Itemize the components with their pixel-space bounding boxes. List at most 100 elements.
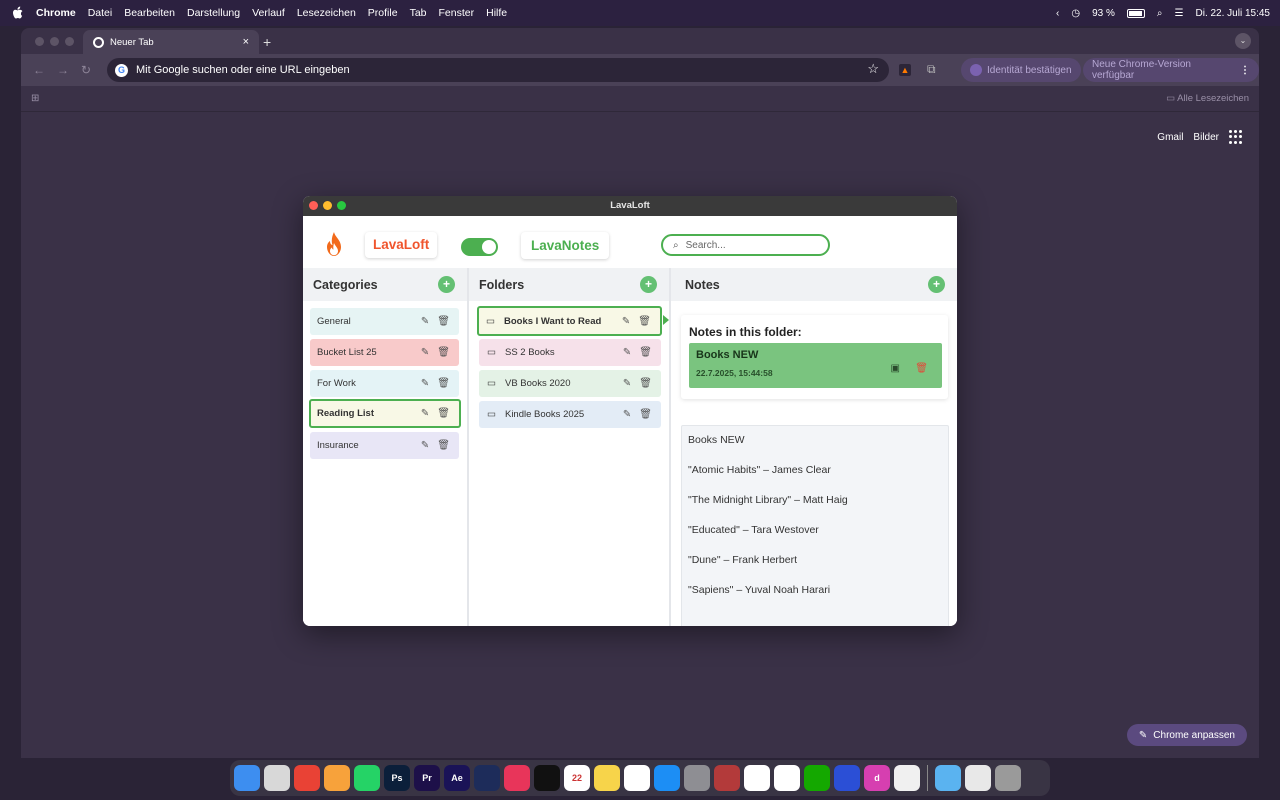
add-note-button[interactable]: + [928,276,945,293]
menu-lesezeichen[interactable]: Lesezeichen [297,7,356,19]
edit-icon[interactable]: ✎ [623,409,631,420]
cinema4d-icon[interactable] [474,765,500,791]
note-editor[interactable]: Books NEW "Atomic Habits" – James Clear … [681,425,949,626]
category-item[interactable]: General ✎ 🗑︎ [310,308,459,335]
aftereffects-icon[interactable]: Ae [444,765,470,791]
calendar-icon[interactable]: 22 [564,765,590,791]
pdf-icon[interactable] [714,765,740,791]
minimize-window-button[interactable] [50,36,59,46]
trash-icon[interactable] [995,765,1021,791]
category-item[interactable]: Bucket List 25 ✎ 🗑︎ [310,339,459,366]
identity-button[interactable]: Identität bestätigen [961,58,1081,82]
category-item[interactable]: For Work ✎ 🗑︎ [310,370,459,397]
bookmark-star-icon[interactable]: ☆ [867,61,879,77]
category-item[interactable]: Insurance ✎ 🗑︎ [310,432,459,459]
control-center-icon[interactable]: ☰ [1175,8,1184,19]
extensions-puzzle-icon[interactable]: ⧉ [927,62,936,77]
folder-item[interactable]: ▭ SS 2 Books ✎ 🗑︎ [479,339,661,366]
upwork-icon[interactable] [804,765,830,791]
menu-darstellung[interactable]: Darstellung [187,7,240,19]
edit-icon[interactable]: ✎ [623,347,631,358]
trash-icon[interactable]: 🗑︎ [437,408,450,419]
close-button[interactable] [309,201,318,210]
tab-new-tab[interactable]: Neuer Tab × [83,30,259,54]
edit-icon[interactable]: ✎ [421,347,429,358]
images-link[interactable]: Bilder [1193,132,1219,143]
capcut-icon[interactable] [534,765,560,791]
creative-cloud-icon[interactable] [504,765,530,791]
customize-chrome-button[interactable]: ✎ Chrome anpassen [1126,724,1247,746]
spotlight-icon[interactable]: ⌕ [1157,8,1163,19]
preview-icon[interactable] [965,765,991,791]
edit-icon[interactable]: ✎ [421,408,429,419]
more-vert-icon[interactable]: ⋮ [1240,65,1250,76]
omnibox[interactable]: G Mit Google suchen oder eine URL eingeb… [107,58,889,82]
add-category-button[interactable]: + [438,276,455,293]
photos-icon[interactable] [324,765,350,791]
forward-arrow-icon[interactable]: → [57,63,69,77]
battery-icon[interactable] [1126,8,1145,18]
trash-icon[interactable]: 🗑︎ [639,378,652,389]
save-icon[interactable]: ▣ [891,363,900,374]
category-item-selected[interactable]: Reading List ✎ 🗑︎ [309,399,461,428]
edit-icon[interactable]: ✎ [622,316,630,327]
clock[interactable]: Di. 22. Juli 15:45 [1196,8,1271,19]
edit-icon[interactable]: ✎ [421,316,429,327]
trash-icon[interactable]: 🗑︎ [437,316,450,327]
webex-icon[interactable] [834,765,860,791]
launchpad-icon[interactable] [264,765,290,791]
trash-icon[interactable]: 🗑︎ [437,440,450,451]
menu-fenster[interactable]: Fenster [439,7,475,19]
menu-datei[interactable]: Datei [88,7,113,19]
photoshop-icon[interactable]: Ps [384,765,410,791]
apps-grid-icon[interactable]: ⊞ [31,93,39,104]
minimize-button[interactable] [323,201,332,210]
close-tab-icon[interactable]: × [243,36,249,48]
back-arrow-icon[interactable]: ← [33,63,45,77]
folder-item-selected[interactable]: ▭ Books I Want to Read ✎ 🗑︎ [477,306,669,336]
zoom-button[interactable] [337,201,346,210]
all-bookmarks-button[interactable]: ▭ Alle Lesezeichen [1166,93,1249,104]
script-icon[interactable] [894,765,920,791]
freeform-icon[interactable] [624,765,650,791]
close-window-button[interactable] [35,36,44,46]
apple-icon[interactable] [10,5,26,21]
chevron-left-icon[interactable]: ‹ [1056,8,1059,19]
player-icon[interactable] [744,765,770,791]
list-icon[interactable] [774,765,800,791]
folder-item[interactable]: ▭ Kindle Books 2025 ✎ 🗑︎ [479,401,661,428]
edit-icon[interactable]: ✎ [623,378,631,389]
studio-icon[interactable]: d [864,765,890,791]
tab-search-chevron-icon[interactable]: ⌄ [1235,33,1251,49]
mode-toggle[interactable] [461,238,498,256]
new-tab-icon[interactable]: + [263,34,271,50]
lavaloft-tab-button[interactable]: LavaLoft [365,232,438,258]
edit-icon[interactable]: ✎ [421,440,429,451]
menu-app-chrome[interactable]: Chrome [36,7,76,19]
finder-icon[interactable] [234,765,260,791]
menu-hilfe[interactable]: Hilfe [486,7,507,19]
menu-verlauf[interactable]: Verlauf [252,7,285,19]
timer-icon[interactable]: ◷ [1071,8,1080,19]
folder-icon[interactable] [935,765,961,791]
trash-icon[interactable]: 🗑︎ [638,316,651,327]
settings-icon[interactable] [684,765,710,791]
folder-item[interactable]: ▭ VB Books 2020 ✎ 🗑︎ [479,370,661,397]
menu-bearbeiten[interactable]: Bearbeiten [124,7,175,19]
trash-icon[interactable]: 🗑︎ [437,347,450,358]
lavanotes-tab-button[interactable]: LavaNotes [521,232,610,259]
chrome-icon[interactable] [294,765,320,791]
lavaloft-extension-icon[interactable]: ▲ [899,64,911,76]
note-card[interactable]: Books NEW 22.7.2025, 15:44:58 ▣ 🗑︎ [689,343,942,388]
trash-icon[interactable]: 🗑︎ [437,378,450,389]
search-input[interactable] [685,239,806,251]
gmail-link[interactable]: Gmail [1157,132,1183,143]
delete-note-icon[interactable]: 🗑︎ [915,363,928,374]
reload-icon[interactable]: ↻ [81,63,91,77]
whatsapp-icon[interactable] [354,765,380,791]
update-button[interactable]: Neue Chrome-Version verfügbar ⋮ [1083,58,1259,82]
trash-icon[interactable]: 🗑︎ [639,409,652,420]
edit-icon[interactable]: ✎ [421,378,429,389]
appstore-icon[interactable] [654,765,680,791]
menu-profile[interactable]: Profile [368,7,398,19]
